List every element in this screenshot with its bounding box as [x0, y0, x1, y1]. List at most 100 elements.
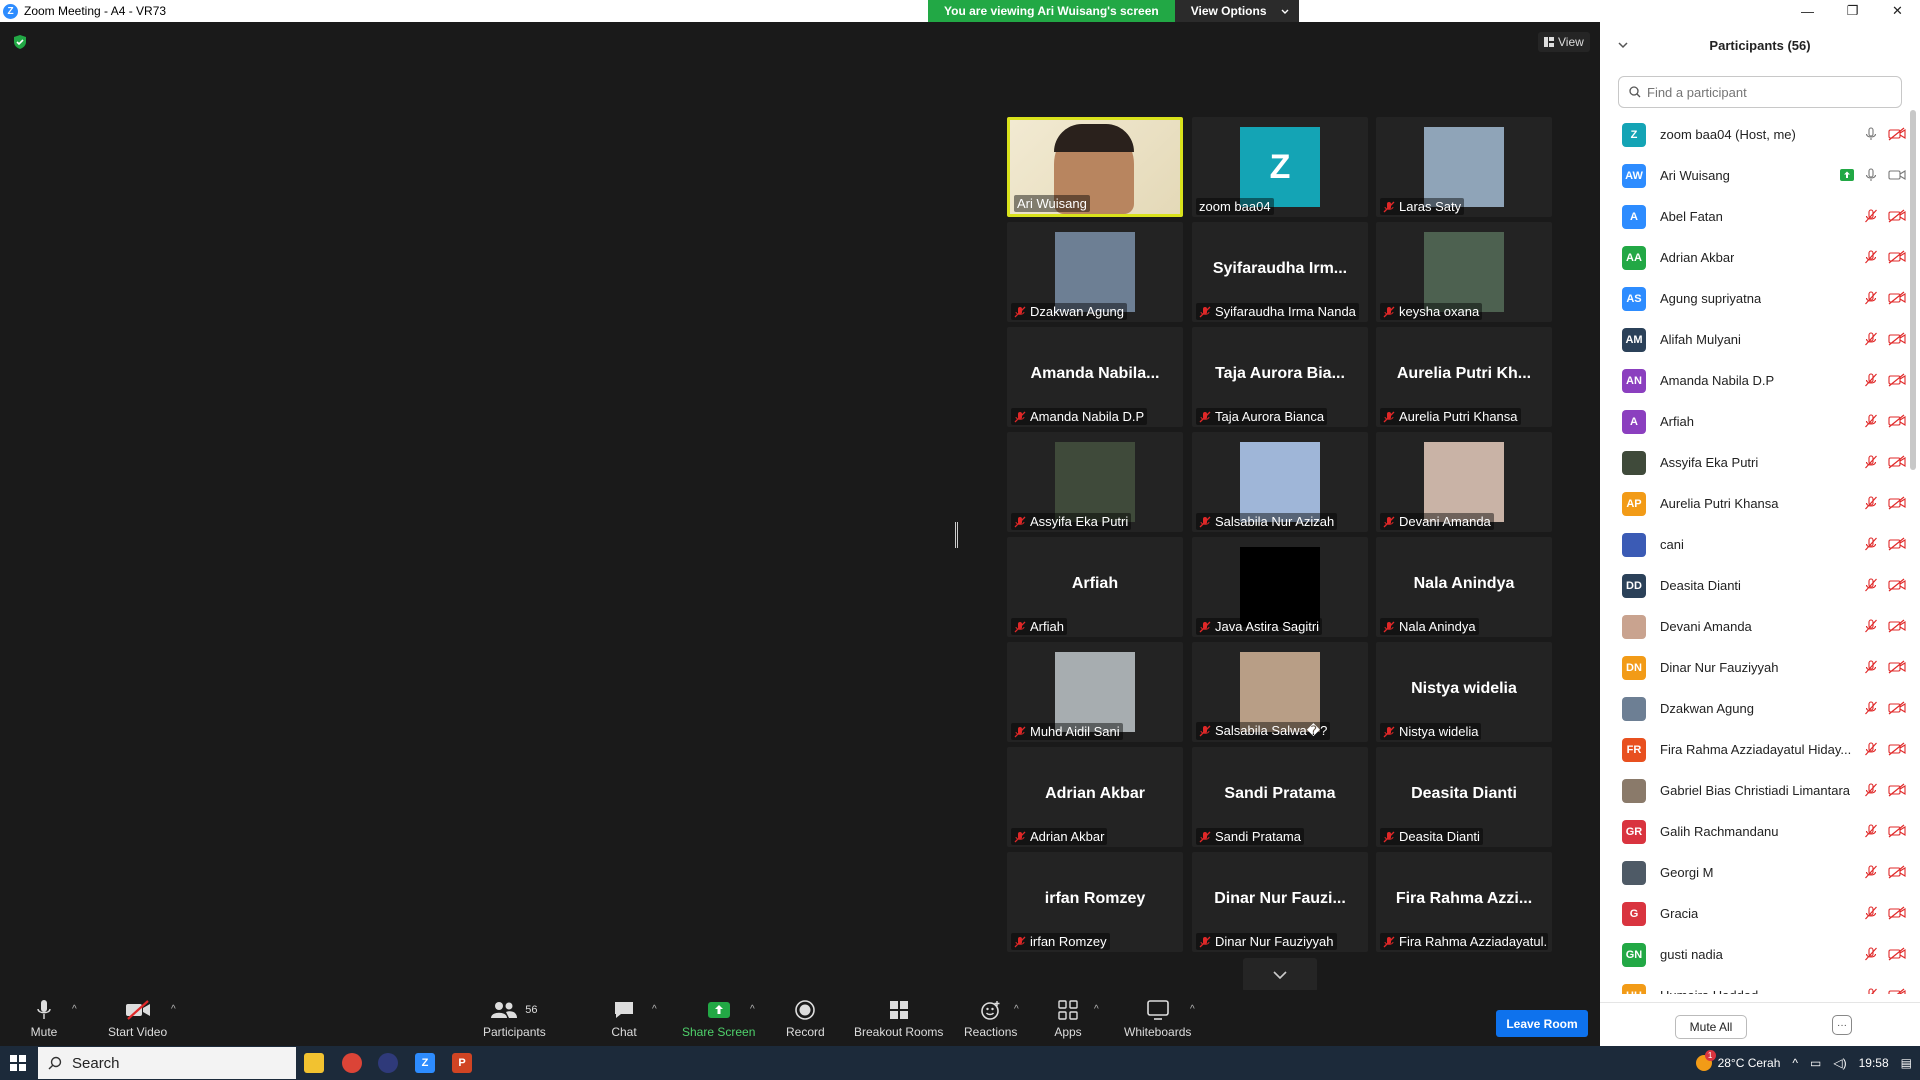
apps-options-caret[interactable]: ^	[1094, 1004, 1099, 1015]
share-options-caret[interactable]: ^	[750, 1004, 755, 1015]
video-off-icon[interactable]	[1888, 332, 1906, 346]
mic-muted-icon[interactable]	[1864, 742, 1878, 756]
view-options-button[interactable]: View Options	[1174, 0, 1299, 22]
whiteboards-button[interactable]: Whiteboards	[1124, 998, 1191, 1039]
video-tile[interactable]: Salsabila Nur Azizah	[1192, 432, 1368, 532]
video-off-icon[interactable]	[1888, 742, 1906, 756]
video-tile[interactable]: Muhd Aidil Sani	[1007, 642, 1183, 742]
video-off-icon[interactable]	[1888, 414, 1906, 428]
participant-row[interactable]: AW Ari Wuisang	[1600, 155, 1912, 196]
video-off-icon[interactable]	[1888, 291, 1906, 305]
video-off-icon[interactable]	[1888, 824, 1906, 838]
mute-options-caret[interactable]: ^	[72, 1004, 77, 1015]
mic-muted-icon[interactable]	[1864, 373, 1878, 387]
participants-button[interactable]: 56 Participants	[483, 998, 546, 1039]
video-tile[interactable]: irfan Romzey irfan Romzey	[1007, 852, 1183, 952]
video-tile[interactable]: Amanda Nabila... Amanda Nabila D.P	[1007, 327, 1183, 427]
video-tile[interactable]: Zzoom baa04	[1192, 117, 1368, 217]
participant-row[interactable]: GN gusti nadia	[1600, 934, 1912, 975]
video-tile[interactable]: Ari Wuisang	[1007, 117, 1183, 217]
video-off-icon[interactable]	[1888, 496, 1906, 510]
microphone-icon[interactable]	[1864, 168, 1878, 182]
network-icon[interactable]: ▭	[1810, 1056, 1821, 1070]
participant-row[interactable]: GR Galih Rachmandanu	[1600, 811, 1912, 852]
video-off-icon[interactable]	[1888, 455, 1906, 469]
participant-row[interactable]: A Arfiah	[1600, 401, 1912, 442]
mic-muted-icon[interactable]	[1864, 414, 1878, 428]
minimize-button[interactable]: —	[1785, 0, 1830, 22]
video-off-icon[interactable]	[1888, 865, 1906, 879]
video-tile[interactable]: Java Astira Sagitri	[1192, 537, 1368, 637]
video-tile[interactable]: Assyifa Eka Putri	[1007, 432, 1183, 532]
powerpoint-icon[interactable]: P	[452, 1053, 472, 1073]
participant-row[interactable]: Gabriel Bias Christiadi Limantara	[1600, 770, 1912, 811]
participant-row[interactable]: FR Fira Rahma Azziadayatul Hiday...	[1600, 729, 1912, 770]
reactions-button[interactable]: Reactions	[964, 998, 1017, 1039]
participant-row[interactable]: Assyifa Eka Putri	[1600, 442, 1912, 483]
participant-row[interactable]: cani	[1600, 524, 1912, 565]
video-tile[interactable]: Nistya widelia Nistya widelia	[1376, 642, 1552, 742]
video-off-icon[interactable]	[1888, 127, 1906, 141]
chat-button[interactable]: Chat	[610, 998, 638, 1039]
participant-row[interactable]: DN Dinar Nur Fauziyyah	[1600, 647, 1912, 688]
chat-options-caret[interactable]: ^	[652, 1004, 657, 1015]
mic-muted-icon[interactable]	[1864, 988, 1878, 994]
windows-start-icon[interactable]	[10, 1055, 26, 1074]
video-off-icon[interactable]	[1888, 701, 1906, 715]
reactions-options-caret[interactable]: ^	[1014, 1004, 1019, 1015]
mic-muted-icon[interactable]	[1864, 824, 1878, 838]
maximize-button[interactable]: ❐	[1830, 0, 1875, 22]
video-tile[interactable]: Aurelia Putri Kh... Aurelia Putri Khansa	[1376, 327, 1552, 427]
video-off-icon[interactable]	[1888, 988, 1906, 994]
participant-search-input[interactable]	[1647, 84, 1887, 100]
mic-muted-icon[interactable]	[1864, 250, 1878, 264]
participant-row[interactable]: A Abel Fatan	[1600, 196, 1912, 237]
participant-search[interactable]	[1618, 76, 1902, 108]
mute-button[interactable]: Mute	[30, 998, 58, 1039]
participant-row[interactable]: Dzakwan Agung	[1600, 688, 1912, 729]
video-tile[interactable]: Fira Rahma Azzi... Fira Rahma Azziadayatu…	[1376, 852, 1552, 952]
video-tile[interactable]: Deasita Dianti Deasita Dianti	[1376, 747, 1552, 847]
video-off-icon[interactable]	[1888, 537, 1906, 551]
participant-row[interactable]: DD Deasita Dianti	[1600, 565, 1912, 606]
video-icon[interactable]	[1888, 168, 1906, 182]
leave-room-button[interactable]: Leave Room	[1496, 1010, 1588, 1037]
participant-row[interactable]: AP Aurelia Putri Khansa	[1600, 483, 1912, 524]
weather-widget[interactable]: 1 28°C Cerah	[1695, 1050, 1780, 1071]
video-off-icon[interactable]	[1888, 947, 1906, 961]
file-explorer-icon[interactable]	[304, 1053, 324, 1073]
participant-row[interactable]: AN Amanda Nabila D.P	[1600, 360, 1912, 401]
chrome-icon[interactable]	[342, 1053, 362, 1073]
screen-share-icon[interactable]	[1840, 169, 1854, 181]
video-off-icon[interactable]	[1888, 619, 1906, 633]
participant-row[interactable]: G Gracia	[1600, 893, 1912, 934]
mic-muted-icon[interactable]	[1864, 619, 1878, 633]
zoom-taskbar-icon[interactable]: Z	[415, 1053, 435, 1073]
apps-button[interactable]: Apps	[1054, 998, 1082, 1039]
taskbar-search[interactable]: Search	[38, 1047, 296, 1079]
video-tile[interactable]: Nala Anindya Nala Anindya	[1376, 537, 1552, 637]
share-screen-button[interactable]: Share Screen	[682, 998, 755, 1039]
mic-muted-icon[interactable]	[1864, 701, 1878, 715]
clock[interactable]: 19:58	[1859, 1056, 1889, 1070]
more-options-button[interactable]: ···	[1832, 1015, 1852, 1035]
start-video-button[interactable]: Start Video	[108, 998, 167, 1039]
video-off-icon[interactable]	[1888, 373, 1906, 387]
mic-muted-icon[interactable]	[1864, 537, 1878, 551]
mic-muted-icon[interactable]	[1864, 906, 1878, 920]
notifications-icon[interactable]: ▤	[1901, 1056, 1912, 1070]
video-tile[interactable]: keysha oxana	[1376, 222, 1552, 322]
participant-row[interactable]: Zzoom baa04 (Host, me)	[1600, 114, 1912, 155]
gallery-next-page-button[interactable]	[1243, 958, 1317, 992]
video-tile[interactable]: Devani Amanda	[1376, 432, 1552, 532]
mic-muted-icon[interactable]	[1864, 865, 1878, 879]
mic-muted-icon[interactable]	[1864, 496, 1878, 510]
video-tile[interactable]: Laras Saty	[1376, 117, 1552, 217]
participant-row[interactable]: AS Agung supriyatna	[1600, 278, 1912, 319]
split-divider-handle[interactable]	[955, 522, 958, 548]
video-tile[interactable]: Sandi Pratama Sandi Pratama	[1192, 747, 1368, 847]
mic-muted-icon[interactable]	[1864, 209, 1878, 223]
mic-muted-icon[interactable]	[1864, 455, 1878, 469]
view-button[interactable]: View	[1538, 32, 1590, 52]
mic-muted-icon[interactable]	[1864, 578, 1878, 592]
